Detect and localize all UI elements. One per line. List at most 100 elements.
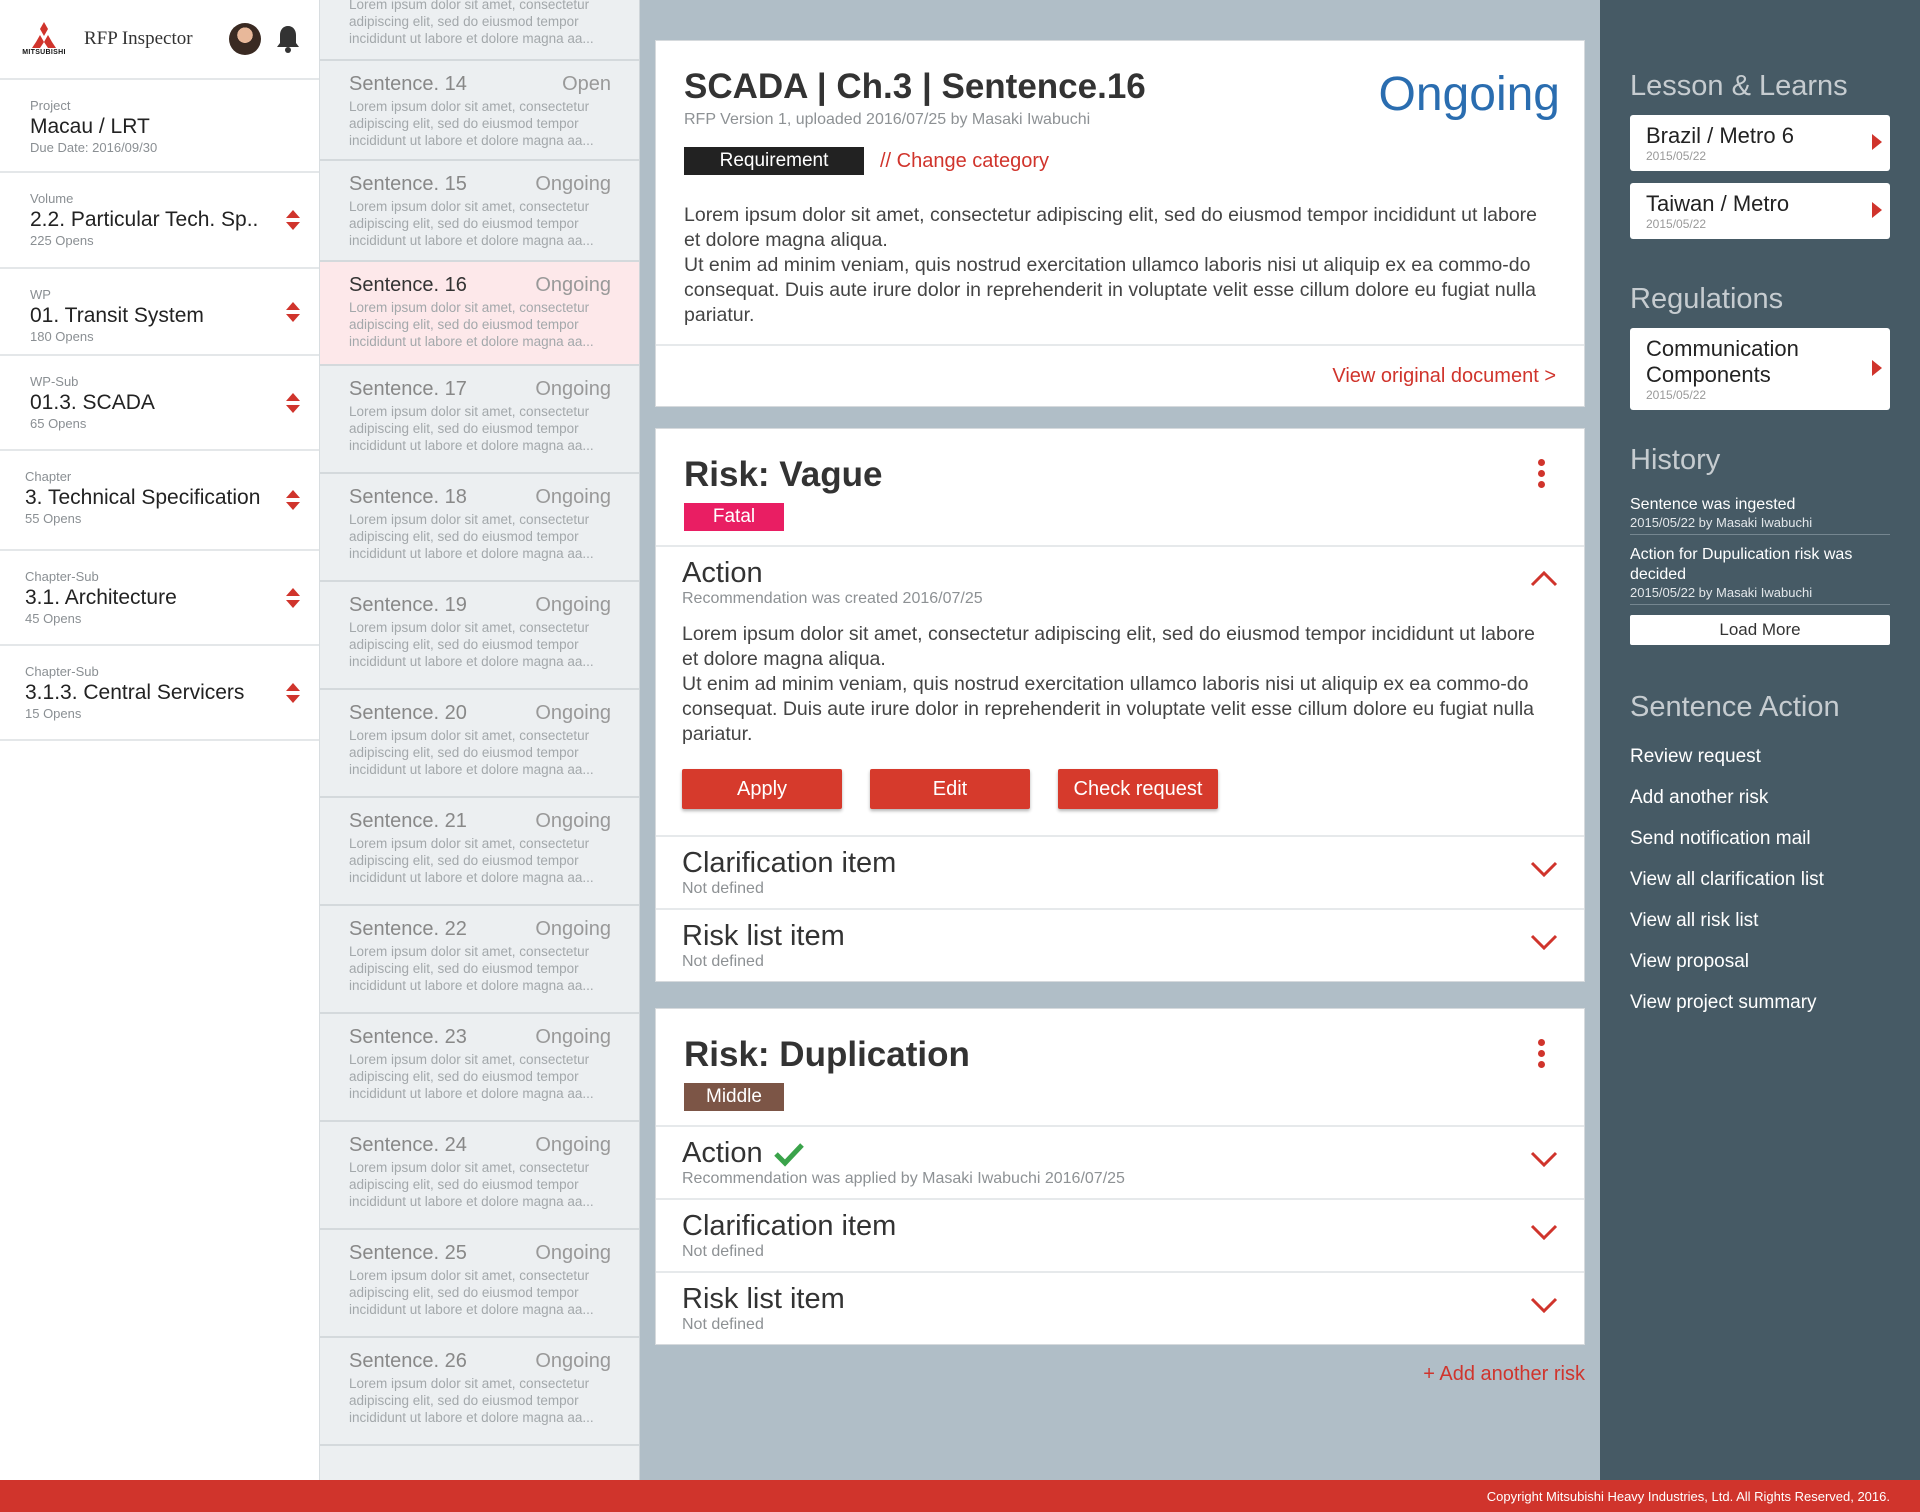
sentence-title: Sentence. 26: [349, 1350, 467, 1372]
logo-wordmark: MITSUBISHI: [22, 49, 66, 56]
risk-list-section[interactable]: Risk list item Not defined: [656, 910, 1584, 981]
main-content: SCADA | Ch.3 | Sentence.16 RFP Version 1…: [655, 40, 1585, 1386]
lesson-title: Brazil / Metro 6: [1646, 123, 1794, 148]
risk-card-duplication: Risk: Duplication Middle Action Recommen…: [655, 1008, 1585, 1345]
check-request-button[interactable]: Check request: [1058, 769, 1218, 809]
sentence-status: Ongoing: [535, 1242, 611, 1264]
sentence-item[interactable]: Sentence. 26 Ongoing Lorem ipsum dolor si…: [320, 1338, 639, 1446]
action-view-proposal[interactable]: View proposal: [1630, 951, 1890, 973]
action-paragraph: Ut enim ad minim veniam, quis nostrud ex…: [682, 673, 1534, 745]
action-add-another-risk[interactable]: Add another risk: [1630, 787, 1890, 809]
section-subtitle: Not defined: [682, 953, 764, 970]
nav-project[interactable]: Project Macau / LRT Due Date: 2016/09/30: [0, 80, 319, 173]
sort-arrows-icon[interactable]: [285, 300, 301, 324]
action-view-risk-list[interactable]: View all risk list: [1630, 910, 1890, 932]
nav-chapter-sub[interactable]: Chapter-Sub 3.1. Architecture 45 Opens: [0, 551, 319, 646]
sentence-item[interactable]: Sentence. 21 Ongoing Lorem ipsum dolor si…: [320, 798, 639, 906]
nav-volume[interactable]: Volume 2.2. Particular Tech. Sp.. 225 Op…: [0, 173, 319, 269]
sentence-item-selected[interactable]: Sentence. 16 Ongoing Lorem ipsum dolor si…: [320, 262, 639, 366]
sort-arrows-icon[interactable]: [285, 488, 301, 512]
arrow-right-icon: [1872, 202, 1882, 218]
lesson-card[interactable]: Brazil / Metro 6 2015/05/22: [1630, 115, 1890, 171]
notification-bell-icon[interactable]: [271, 22, 305, 56]
user-avatar[interactable]: [229, 23, 261, 55]
sentence-status: Ongoing: [535, 274, 611, 296]
sort-arrows-icon[interactable]: [285, 208, 301, 232]
add-another-risk-link[interactable]: + Add another risk: [655, 1363, 1585, 1386]
regulation-title: Communication Components: [1646, 336, 1799, 387]
apply-button[interactable]: Apply: [682, 769, 842, 809]
sentence-item[interactable]: Sentence. 25 Ongoing Lorem ipsum dolor si…: [320, 1230, 639, 1338]
sentence-status: Ongoing: [535, 918, 611, 940]
action-review-request[interactable]: Review request: [1630, 746, 1890, 768]
regulation-card[interactable]: Communication Components 2015/05/22: [1630, 328, 1890, 410]
history-date: 2015/05/22 by Masaki Iwabuchi: [1630, 515, 1813, 530]
sentence-title: Sentence. 17: [349, 378, 467, 400]
sentence-item[interactable]: Sentence. 17 Ongoing Lorem ipsum dolor si…: [320, 366, 639, 474]
chevron-down-icon[interactable]: [1530, 1149, 1558, 1167]
chevron-down-icon[interactable]: [1530, 932, 1558, 950]
chevron-down-icon[interactable]: [1530, 859, 1558, 877]
sentence-status: Ongoing: [535, 378, 611, 400]
sentence-title: Sentence. 15: [349, 173, 467, 195]
sentence-title: Sentence. 25: [349, 1242, 467, 1264]
risk-list-section[interactable]: Risk list item Not defined: [656, 1273, 1584, 1344]
right-panel: Lesson & Learns Brazil / Metro 6 2015/05…: [1600, 0, 1920, 1480]
sentence-status: Ongoing: [535, 1026, 611, 1048]
sentence-preview: Lorem ipsum dolor sit amet, consectetur …: [349, 1376, 594, 1425]
nav-wp-sub[interactable]: WP-Sub 01.3. SCADA 65 Opens: [0, 356, 319, 451]
action-view-clarification-list[interactable]: View all clarification list: [1630, 869, 1890, 891]
nav-chapter-sub-2[interactable]: Chapter-Sub 3.1.3. Central Servicers 15 …: [0, 646, 319, 741]
more-options-icon[interactable]: [1538, 1039, 1548, 1069]
nav-sub: 15 Opens: [25, 706, 82, 721]
sentence-item[interactable]: Sentence. 22 Ongoing Lorem ipsum dolor si…: [320, 906, 639, 1014]
sentence-preview: Lorem ipsum dolor sit amet, consectetur …: [349, 620, 594, 669]
sort-arrows-icon[interactable]: [285, 391, 301, 415]
nav-label: Chapter-Sub: [25, 569, 99, 584]
action-section[interactable]: Action Recommendation was applied by Mas…: [656, 1127, 1584, 1200]
action-send-notification-mail[interactable]: Send notification mail: [1630, 828, 1890, 850]
nav-label: Project: [30, 98, 71, 113]
sentence-item[interactable]: Sentence. 19 Ongoing Lorem ipsum dolor si…: [320, 582, 639, 690]
change-category-link[interactable]: // Change category: [880, 150, 1049, 173]
sentence-item[interactable]: Sentence. 23 Ongoing Lorem ipsum dolor si…: [320, 1014, 639, 1122]
more-options-icon[interactable]: [1538, 459, 1548, 489]
nav-wp[interactable]: WP 01. Transit System 180 Opens: [0, 269, 319, 356]
action-view-project-summary[interactable]: View project summary: [1630, 992, 1890, 1014]
sort-arrows-icon[interactable]: [285, 681, 301, 705]
sort-arrows-icon[interactable]: [285, 586, 301, 610]
edit-button[interactable]: Edit: [870, 769, 1030, 809]
sentence-item[interactable]: Sentence. 14 Open Lorem ipsum dolor sit a…: [320, 61, 639, 161]
sentence-paragraph: Lorem ipsum dolor sit amet, consectetur …: [684, 204, 1538, 251]
lesson-card[interactable]: Taiwan / Metro 2015/05/22: [1630, 183, 1890, 239]
sentence-preview: Lorem ipsum dolor sit amet, consectetur …: [349, 1052, 594, 1101]
sentence-preview: Lorem ipsum dolor sit amet, consectetur …: [349, 404, 594, 453]
view-original-link[interactable]: View original document >: [1332, 365, 1556, 388]
load-more-button[interactable]: Load More: [1630, 615, 1890, 645]
chevron-down-icon[interactable]: [1530, 1295, 1558, 1313]
history-entry: Sentence was ingested 2015/05/22 by Masa…: [1630, 495, 1890, 535]
sentence-preview: Lorem ipsum dolor sit amet, consectetur …: [349, 1160, 594, 1209]
sentence-title: Sentence. 21: [349, 810, 467, 832]
company-logo[interactable]: MITSUBISHI: [14, 18, 74, 60]
clarification-section[interactable]: Clarification item Not defined: [656, 837, 1584, 910]
section-title: Clarification item: [682, 847, 897, 879]
sentence-item-partial[interactable]: Lorem ipsum dolor sit amet, consectetur …: [320, 0, 639, 61]
section-title: Action: [682, 557, 763, 589]
category-chip: Requirement: [684, 147, 864, 175]
sentence-preview: Lorem ipsum dolor sit amet, consectetur …: [349, 728, 594, 777]
nav-chapter[interactable]: Chapter 3. Technical Specification 55 Op…: [0, 451, 319, 551]
nav-value: 3.1. Architecture: [25, 586, 177, 609]
sentence-title: Sentence. 22: [349, 918, 467, 940]
clarification-section[interactable]: Clarification item Not defined: [656, 1200, 1584, 1273]
chevron-up-icon[interactable]: [1530, 569, 1558, 587]
sentence-item[interactable]: Sentence. 24 Ongoing Lorem ipsum dolor si…: [320, 1122, 639, 1230]
sentence-item[interactable]: Sentence. 20 Ongoing Lorem ipsum dolor si…: [320, 690, 639, 798]
sentence-item[interactable]: Sentence. 18 Ongoing Lorem ipsum dolor si…: [320, 474, 639, 582]
history-date: 2015/05/22 by Masaki Iwabuchi: [1630, 585, 1813, 600]
left-navigation: MITSUBISHI RFP Inspector Project Macau /…: [0, 0, 320, 1480]
section-title: Action: [682, 1137, 763, 1169]
sentence-title: Sentence. 23: [349, 1026, 467, 1048]
sentence-item[interactable]: Sentence. 15 Ongoing Lorem ipsum dolor si…: [320, 161, 639, 262]
chevron-down-icon[interactable]: [1530, 1222, 1558, 1240]
